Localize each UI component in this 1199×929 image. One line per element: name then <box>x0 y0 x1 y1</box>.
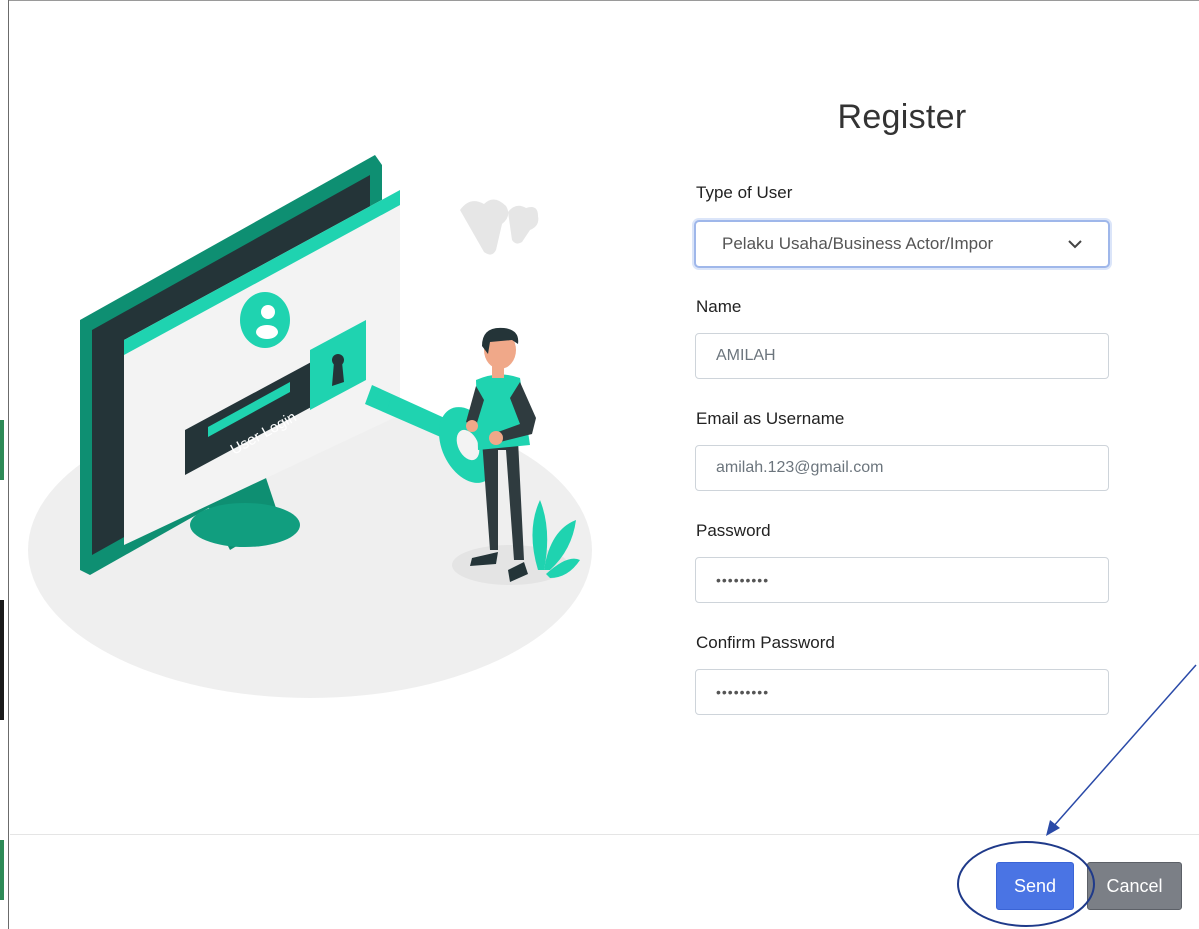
footer-divider <box>10 834 1199 835</box>
name-input[interactable]: AMILAH <box>695 333 1109 379</box>
chevron-down-icon <box>1054 239 1082 249</box>
cloud-icon <box>460 199 539 255</box>
send-button[interactable]: Send <box>996 862 1074 910</box>
email-input[interactable]: amilah.123@gmail.com <box>695 445 1109 491</box>
confirm-password-label: Confirm Password <box>696 633 835 652</box>
email-label: Email as Username <box>696 409 845 428</box>
user-avatar-icon <box>240 292 290 348</box>
type-of-user-value: Pelaku Usaha/Business Actor/Impor <box>722 234 994 253</box>
page-title: Register <box>837 98 967 136</box>
type-of-user-select[interactable]: Pelaku Usaha/Business Actor/Impor <box>694 220 1110 268</box>
login-illustration: User Login <box>28 155 592 698</box>
password-input[interactable]: ••••••••• <box>695 557 1109 603</box>
confirm-password-input[interactable]: ••••••••• <box>695 669 1109 715</box>
keyhole-icon <box>332 354 344 386</box>
name-label: Name <box>696 297 742 316</box>
monitor-base <box>190 503 300 547</box>
password-label: Password <box>696 521 771 540</box>
type-of-user-label: Type of User <box>696 183 793 202</box>
window-left-edge <box>0 0 9 929</box>
cancel-button[interactable]: Cancel <box>1087 862 1182 910</box>
